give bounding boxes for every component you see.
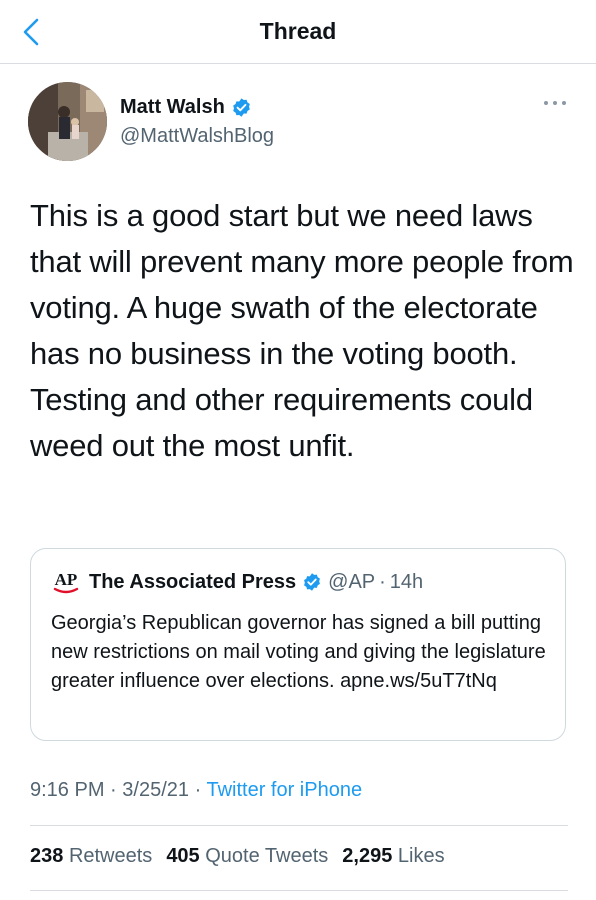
quoted-tweet-link[interactable]: apne.ws/5uT7tNq (340, 670, 497, 692)
likes-stat[interactable]: 2,295 Likes (342, 845, 444, 868)
retweets-count: 238 (30, 845, 64, 867)
nav-title: Thread (259, 18, 337, 44)
quoted-timestamp: 14h (389, 570, 424, 593)
quoted-tweet-text: Georgia’s Republican governor has signed… (51, 609, 551, 696)
ap-logo: AP (53, 570, 79, 594)
meta-separator: · (110, 779, 117, 801)
author-handle[interactable]: @MattWalshBlog (120, 125, 274, 148)
author-display-name: Matt Walsh (120, 96, 225, 118)
tweet-author: Matt Walsh @MattWalshBlog (28, 82, 568, 162)
quoted-tweet-card[interactable]: AP The Associated Press @AP · 14h Georgi… (30, 548, 566, 741)
retweets-stat[interactable]: 238 Retweets (30, 845, 152, 868)
verified-badge-icon (233, 98, 250, 117)
tweet-meta: 9:16 PM · 3/25/21 · Twitter for iPhone (30, 779, 362, 802)
tweet-time: 9:16 PM (30, 779, 105, 801)
divider (30, 825, 568, 826)
likes-count: 2,295 (342, 845, 393, 867)
tweet-source-link[interactable]: Twitter for iPhone (206, 779, 362, 801)
quote-tweets-count: 405 (166, 845, 200, 867)
tweet-stats: 238 Retweets 405 Quote Tweets 2,295 Like… (30, 845, 459, 868)
likes-label: Likes (397, 845, 445, 867)
avatar-photo (28, 82, 107, 161)
retweets-label: Retweets (68, 845, 153, 867)
quote-tweets-stat[interactable]: 405 Quote Tweets (166, 845, 328, 868)
quoted-tweet-header: AP The Associated Press @AP · 14h (51, 569, 423, 595)
tweet-text: This is a good start but we need laws th… (30, 198, 574, 463)
quoted-author-handle: @AP (328, 570, 376, 593)
ap-logo-text: AP (55, 570, 78, 589)
quoted-separator: · (379, 570, 386, 593)
avatar[interactable] (28, 82, 107, 161)
verified-badge-icon (304, 573, 321, 591)
divider (30, 890, 568, 891)
author-name-row[interactable]: Matt Walsh (120, 96, 252, 119)
quoted-author-name: The Associated Press (89, 570, 297, 593)
more-button[interactable] (541, 96, 569, 110)
meta-separator: · (194, 779, 202, 801)
top-nav-bar: Thread (0, 0, 596, 64)
more-dots-icon (544, 101, 566, 105)
quote-tweets-label: Quote Tweets (205, 845, 329, 867)
tweet-date: 3/25/21 (122, 779, 190, 801)
